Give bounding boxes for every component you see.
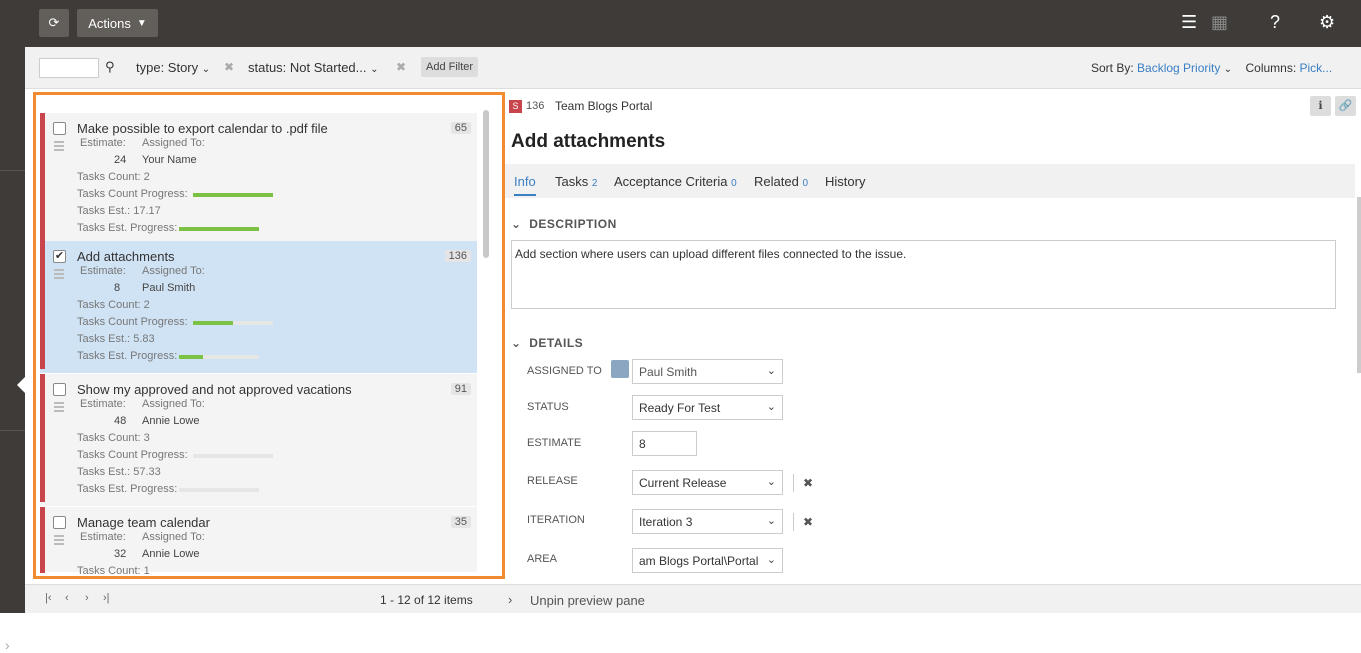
chevron-down-icon: ⌄ <box>766 515 776 527</box>
actions-button[interactable]: Actions ▼ <box>77 9 158 37</box>
estimate-input[interactable]: 8 <box>632 431 697 456</box>
remove-filter-status-icon[interactable]: ✖ <box>396 60 406 74</box>
search-input[interactable] <box>39 58 99 78</box>
chevron-down-icon: ⌄ <box>766 365 776 377</box>
estimate-label: ESTIMATE <box>527 437 582 449</box>
avatar <box>611 360 629 378</box>
filter-status[interactable]: status: Not Started... ⌄ <box>248 60 379 75</box>
detail-scrollbar[interactable] <box>1357 197 1361 373</box>
tab-info[interactable]: Info <box>514 174 536 196</box>
info-icon[interactable]: ℹ <box>1310 96 1331 116</box>
item-count: 1 - 12 of 12 items <box>380 593 473 607</box>
chevron-down-icon: ▼ <box>136 17 147 29</box>
remove-filter-type-icon[interactable]: ✖ <box>224 60 234 74</box>
search-icon[interactable]: ⚲ <box>105 59 115 75</box>
chevron-down-icon: ⌄ <box>511 217 522 231</box>
unpin-arrow-icon[interactable]: › <box>508 592 512 607</box>
clear-iteration-icon[interactable]: ✖ <box>793 513 813 531</box>
add-filter-button[interactable]: Add Filter <box>421 57 479 77</box>
details-section-toggle[interactable]: ⌄ DETAILS <box>511 336 583 350</box>
release-label: RELEASE <box>527 475 578 487</box>
detail-footer: › Unpin preview pane <box>495 584 1361 613</box>
columns-picker[interactable]: Pick... <box>1300 61 1333 75</box>
list-footer: |‹ ‹ › ›| 1 - 12 of 12 items <box>25 584 495 613</box>
story-type-badge: S <box>509 100 522 113</box>
sort-by: Sort By: Backlog Priority ⌄ Columns: Pic… <box>1091 61 1333 75</box>
iteration-label: ITERATION <box>527 514 585 526</box>
next-page-icon[interactable]: › <box>85 592 89 604</box>
iteration-select[interactable]: Iteration 3 ⌄ <box>632 509 783 534</box>
assigned-to-label: ASSIGNED TO <box>527 365 602 377</box>
story-title: Add attachments <box>511 131 666 152</box>
help-icon[interactable]: ? <box>1270 12 1280 33</box>
left-navigation-strip: › <box>0 47 25 653</box>
chevron-down-icon: ⌄ <box>766 401 776 413</box>
sort-by-selector[interactable]: Backlog Priority <box>1137 61 1220 75</box>
chevron-down-icon: ⌄ <box>766 476 776 488</box>
status-label: STATUS <box>527 401 569 413</box>
refresh-icon: ⟳ <box>48 15 60 30</box>
highlight-outline <box>33 92 505 579</box>
board-view-icon[interactable]: ▦ <box>1211 12 1228 33</box>
chevron-down-icon: ⌄ <box>766 554 776 566</box>
release-select[interactable]: Current Release ⌄ <box>632 470 783 495</box>
clear-release-icon[interactable]: ✖ <box>793 474 813 492</box>
tab-related[interactable]: Related 0 <box>754 174 808 189</box>
expand-chevron-icon[interactable]: › <box>5 637 10 653</box>
link-icon[interactable]: 🔗 <box>1335 96 1356 116</box>
tab-acceptance-criteria[interactable]: Acceptance Criteria 0 <box>614 174 737 189</box>
unpin-preview-button[interactable]: Unpin preview pane <box>530 593 645 608</box>
chevron-down-icon: ⌄ <box>511 336 522 350</box>
gear-icon[interactable]: ⚙ <box>1319 12 1335 33</box>
area-select[interactable]: am Blogs Portal\Portal ⌄ <box>632 548 783 573</box>
filter-bar: ⚲ type: Story ⌄ ✖ status: Not Started...… <box>25 47 1361 89</box>
status-select[interactable]: Ready For Test ⌄ <box>632 395 783 420</box>
area-label: AREA <box>527 553 557 565</box>
refresh-button[interactable]: ⟳ <box>39 9 69 37</box>
actions-label: Actions <box>88 15 131 31</box>
preview-pane: S 136 Team Blogs Portal ℹ 🔗 Add attachme… <box>505 89 1361 583</box>
prev-page-icon[interactable]: ‹ <box>65 592 69 604</box>
story-id: 136 <box>526 100 545 112</box>
top-toolbar: ⟳ Actions ▼ ☰ ▦ ? ⚙ <box>0 0 1361 47</box>
filter-type[interactable]: type: Story ⌄ <box>136 60 210 75</box>
project-name: Team Blogs Portal <box>555 99 653 113</box>
detail-tabs: Info Tasks 2 Acceptance Criteria 0 Relat… <box>505 164 1355 198</box>
tab-tasks[interactable]: Tasks 2 <box>555 174 597 189</box>
tab-history[interactable]: History <box>825 174 865 189</box>
chevron-down-icon: ⌄ <box>1223 64 1233 75</box>
description-section-toggle[interactable]: ⌄ DESCRIPTION <box>511 217 617 231</box>
last-page-icon[interactable]: ›| <box>103 592 110 604</box>
collapse-arrow-icon[interactable] <box>17 377 25 393</box>
assigned-to-select[interactable]: Paul Smith ⌄ <box>632 359 783 384</box>
list-view-icon[interactable]: ☰ <box>1181 12 1197 33</box>
description-field[interactable]: Add section where users can upload diffe… <box>511 240 1336 309</box>
first-page-icon[interactable]: |‹ <box>45 592 52 604</box>
